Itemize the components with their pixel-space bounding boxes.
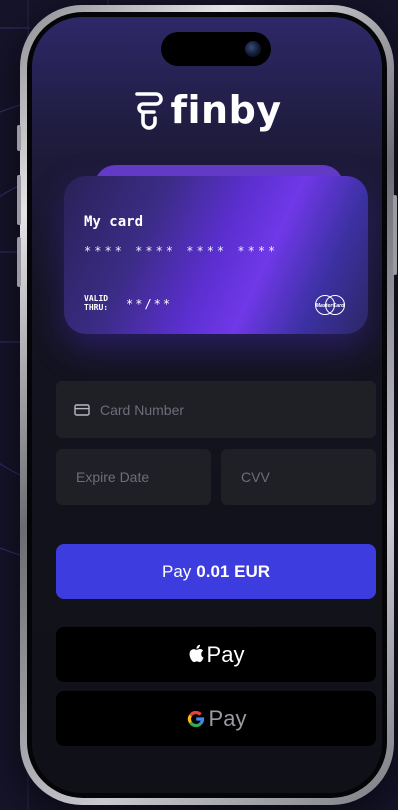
pay-button-prefix: Pay <box>162 561 192 581</box>
cvv-field[interactable] <box>221 449 376 505</box>
volume-up-button <box>17 175 21 225</box>
apple-pay-button[interactable]: Pay <box>56 627 376 682</box>
action-button <box>17 125 21 151</box>
valid-thru-value: **/** <box>126 297 173 311</box>
google-g-icon <box>187 710 204 727</box>
expire-date-input[interactable] <box>74 468 211 486</box>
phone-screen: finby My card **** **** **** **** VALID … <box>32 17 382 793</box>
apple-pay-label: Pay <box>206 641 245 667</box>
phone-frame: finby My card **** **** **** **** VALID … <box>17 5 397 805</box>
power-button <box>393 195 397 275</box>
valid-thru-label: VALID THRU: <box>84 294 108 312</box>
finby-logo-icon <box>135 92 164 130</box>
payment-card-preview: My card **** **** **** **** VALID THRU: … <box>64 176 368 334</box>
mastercard-icon: MasterCard <box>315 295 345 315</box>
card-number-mask: **** **** **** **** <box>84 244 279 258</box>
google-pay-button[interactable]: Pay <box>56 691 376 746</box>
credit-card-icon <box>74 403 90 416</box>
valid-label-line1: VALID <box>84 294 109 303</box>
apple-icon <box>189 644 204 662</box>
card-number-input[interactable] <box>98 400 376 419</box>
camera-icon <box>245 41 261 57</box>
google-pay-label: Pay <box>208 705 247 731</box>
valid-label-line2: THRU: <box>84 303 109 312</box>
network-logo-text: MasterCard <box>316 303 345 309</box>
pay-button-amount: 0.01 EUR <box>196 561 270 581</box>
brand-logo: finby <box>32 83 382 137</box>
brand-name: finby <box>170 88 282 132</box>
expire-date-field[interactable] <box>56 449 211 505</box>
volume-down-button <box>17 237 21 287</box>
cvv-input[interactable] <box>239 468 376 486</box>
card-number-field[interactable] <box>56 381 376 438</box>
dynamic-island <box>161 32 271 66</box>
card-title: My card <box>84 214 144 230</box>
pay-button[interactable]: Pay 0.01 EUR <box>56 544 376 599</box>
